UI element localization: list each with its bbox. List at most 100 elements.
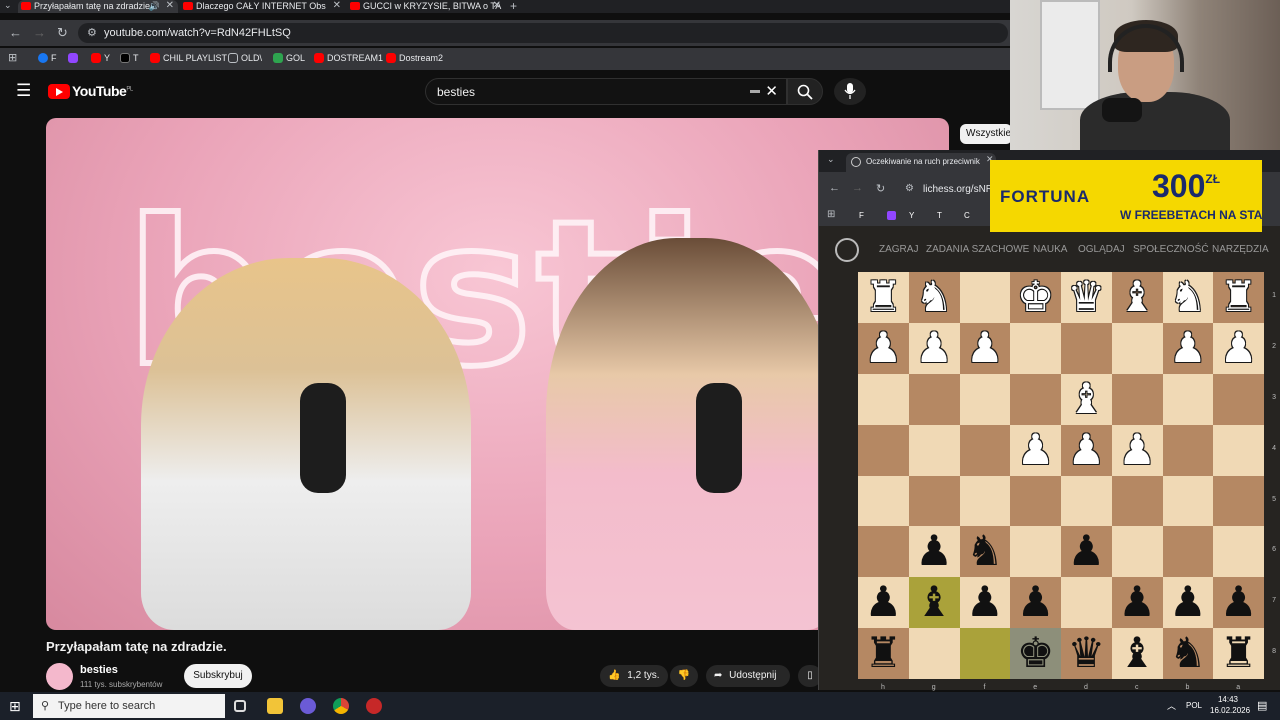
black-pawn-icon[interactable]: ♟: [1010, 577, 1061, 628]
bookmark-chil-playlist[interactable]: CHIL PLAYLIST: [150, 53, 227, 63]
share-button[interactable]: ➦ Udostępnij: [706, 665, 790, 687]
white-knight-icon[interactable]: ♞: [909, 272, 960, 323]
tab-lichess[interactable]: Oczekiwanie na ruch przeciwnik: [846, 153, 996, 172]
chess-board[interactable]: ♜ ♞ ♚ ♛ ♝ ♞ ♜ ♟ ♟ ♟ ♟ ♟ ♝ ♟ ♟ ♟ ♟ ♞ ♟ ♟ ♝ ♟ ♟ ♟ ♟ ♟ ♜ ♚ ♛ ♝ ♞ ♜ 1 2 3 4 5 6 7 8…: [858, 272, 1276, 691]
white-rook-icon[interactable]: ♜: [1213, 272, 1264, 323]
board-square-a3[interactable]: [1213, 373, 1264, 425]
close-tab-icon[interactable]: ✕: [493, 0, 501, 12]
nav-zagraj[interactable]: ZAGRAJ: [879, 244, 918, 255]
black-knight-icon[interactable]: ♞: [1163, 628, 1214, 679]
close-tab-icon[interactable]: ✕: [166, 0, 174, 12]
show-hidden-icons-icon[interactable]: ︿: [1167, 699, 1176, 712]
black-pawn-icon[interactable]: ♟: [1112, 577, 1163, 628]
black-bishop-icon[interactable]: ♝: [909, 577, 960, 628]
board-square-a4[interactable]: [1213, 424, 1264, 476]
board-square-b5[interactable]: [1162, 475, 1214, 527]
board-square-d2[interactable]: [1061, 322, 1112, 374]
forward-arrow-icon[interactable]: →: [33, 25, 46, 40]
white-rook-icon[interactable]: ♜: [858, 272, 909, 323]
site-info-icon[interactable]: ⚙: [905, 183, 914, 194]
white-pawn-icon[interactable]: ♟: [1163, 323, 1214, 374]
white-pawn-icon[interactable]: ♟: [960, 323, 1011, 374]
black-pawn-icon[interactable]: ♟: [1163, 577, 1214, 628]
voice-search-button[interactable]: [834, 78, 866, 105]
new-tab-button[interactable]: +: [510, 0, 517, 13]
nav-narzedzia[interactable]: NARZĘDZIA: [1212, 244, 1269, 255]
black-pawn-icon[interactable]: ♟: [858, 577, 909, 628]
bookmark-twitch[interactable]: [887, 211, 896, 220]
apps-grid-icon[interactable]: ⊞: [827, 209, 835, 220]
bookmark-folder-old[interactable]: OLD\: [228, 53, 262, 63]
filter-chip-all[interactable]: Wszystkie: [960, 124, 1012, 144]
board-square-f5[interactable]: [959, 475, 1011, 527]
address-bar[interactable]: ⚙ youtube.com/watch?v=RdN42FHLtSQ: [78, 23, 1008, 43]
clear-search-icon[interactable]: ✕: [765, 82, 778, 100]
white-pawn-icon[interactable]: ♟: [1112, 425, 1163, 476]
fortuna-ad-banner[interactable]: FORTUNA 300ZŁ W FREEBETACH NA START: [990, 160, 1262, 232]
bookmark-facebook[interactable]: F: [38, 53, 57, 63]
black-rook-icon[interactable]: ♜: [1213, 628, 1264, 679]
board-square-f1[interactable]: [959, 272, 1011, 323]
bookmark-twitch[interactable]: [68, 53, 81, 63]
forward-arrow-icon[interactable]: →: [852, 182, 863, 194]
black-bishop-icon[interactable]: ♝: [1112, 628, 1163, 679]
black-pawn-icon[interactable]: ♟: [1061, 526, 1112, 577]
bookmark-youtube[interactable]: Y: [91, 53, 110, 63]
board-square-f3[interactable]: [959, 373, 1011, 425]
white-king-icon[interactable]: ♚: [1010, 272, 1061, 323]
board-square-e2[interactable]: [1010, 322, 1061, 374]
board-square-c5[interactable]: [1111, 475, 1163, 527]
channel-avatar[interactable]: [46, 663, 73, 690]
bookmark-gol[interactable]: GOL: [273, 53, 305, 63]
black-queen-icon[interactable]: ♛: [1061, 628, 1112, 679]
video-player[interactable]: besties: [46, 118, 949, 630]
hamburger-menu-icon[interactable]: ☰: [16, 81, 31, 101]
windows-start-icon[interactable]: ⊞: [9, 698, 21, 715]
nav-spolecznosc[interactable]: SPOŁECZNOŚĆ: [1133, 244, 1209, 255]
file-explorer-icon[interactable]: [267, 698, 283, 714]
white-bishop-icon[interactable]: ♝: [1112, 272, 1163, 323]
black-rook-icon[interactable]: ♜: [858, 628, 909, 679]
channel-name[interactable]: besties: [80, 664, 118, 676]
taskbar-clock[interactable]: 14:43 16.02.2026: [1210, 694, 1250, 716]
white-bishop-icon[interactable]: ♝: [1061, 374, 1112, 425]
black-knight-icon[interactable]: ♞: [960, 526, 1011, 577]
board-square-d7[interactable]: [1061, 577, 1112, 629]
like-button[interactable]: 👍 1,2 tys.: [600, 665, 668, 687]
black-pawn-icon[interactable]: ♟: [1213, 577, 1264, 628]
search-button[interactable]: [787, 78, 823, 105]
board-square-b3[interactable]: [1162, 373, 1214, 425]
bookmark-dostream2[interactable]: Dostream2: [386, 53, 443, 63]
tab-youtube-3[interactable]: GUCCI w KRYZYSIE, BITWA o TA ✕: [347, 0, 505, 13]
board-square-g4[interactable]: [908, 424, 960, 476]
board-square-g5[interactable]: [908, 475, 960, 527]
task-view-icon[interactable]: [234, 700, 246, 712]
board-square-e3[interactable]: [1010, 373, 1061, 425]
youtube-logo[interactable]: YouTubePL: [48, 83, 133, 101]
lichess-url-text[interactable]: lichess.org/sNRa: [923, 184, 999, 195]
board-square-b6[interactable]: [1162, 526, 1214, 578]
apps-grid-icon[interactable]: ⊞: [8, 51, 17, 64]
nav-ogladaj[interactable]: OGLĄDAJ: [1078, 244, 1125, 255]
obs-icon[interactable]: [366, 698, 382, 714]
board-square-f4[interactable]: [959, 424, 1011, 476]
board-square-h4[interactable]: [858, 424, 909, 476]
bookmark-x[interactable]: T: [120, 53, 139, 63]
board-square-h5[interactable]: [858, 475, 909, 527]
dislike-button[interactable]: 👎: [670, 665, 698, 687]
white-queen-icon[interactable]: ♛: [1061, 272, 1112, 323]
reload-icon[interactable]: ↻: [57, 25, 68, 41]
bookmark-youtube[interactable]: Y: [909, 211, 914, 220]
nav-nauka[interactable]: NAUKA: [1033, 244, 1067, 255]
board-square-a6[interactable]: [1213, 526, 1264, 578]
back-arrow-icon[interactable]: ←: [829, 182, 840, 194]
lichess-logo-icon[interactable]: [835, 238, 859, 262]
board-square-b4[interactable]: [1162, 424, 1214, 476]
white-pawn-icon[interactable]: ♟: [1213, 323, 1264, 374]
subscribe-button[interactable]: Subskrybuj: [184, 664, 252, 688]
notifications-icon[interactable]: ▤: [1257, 699, 1267, 712]
bookmark-x[interactable]: T: [937, 211, 942, 220]
bookmark-facebook[interactable]: F: [859, 211, 864, 220]
taskbar-search-input[interactable]: ⚲ Type here to search: [33, 694, 225, 718]
board-square-h6[interactable]: [858, 526, 909, 578]
